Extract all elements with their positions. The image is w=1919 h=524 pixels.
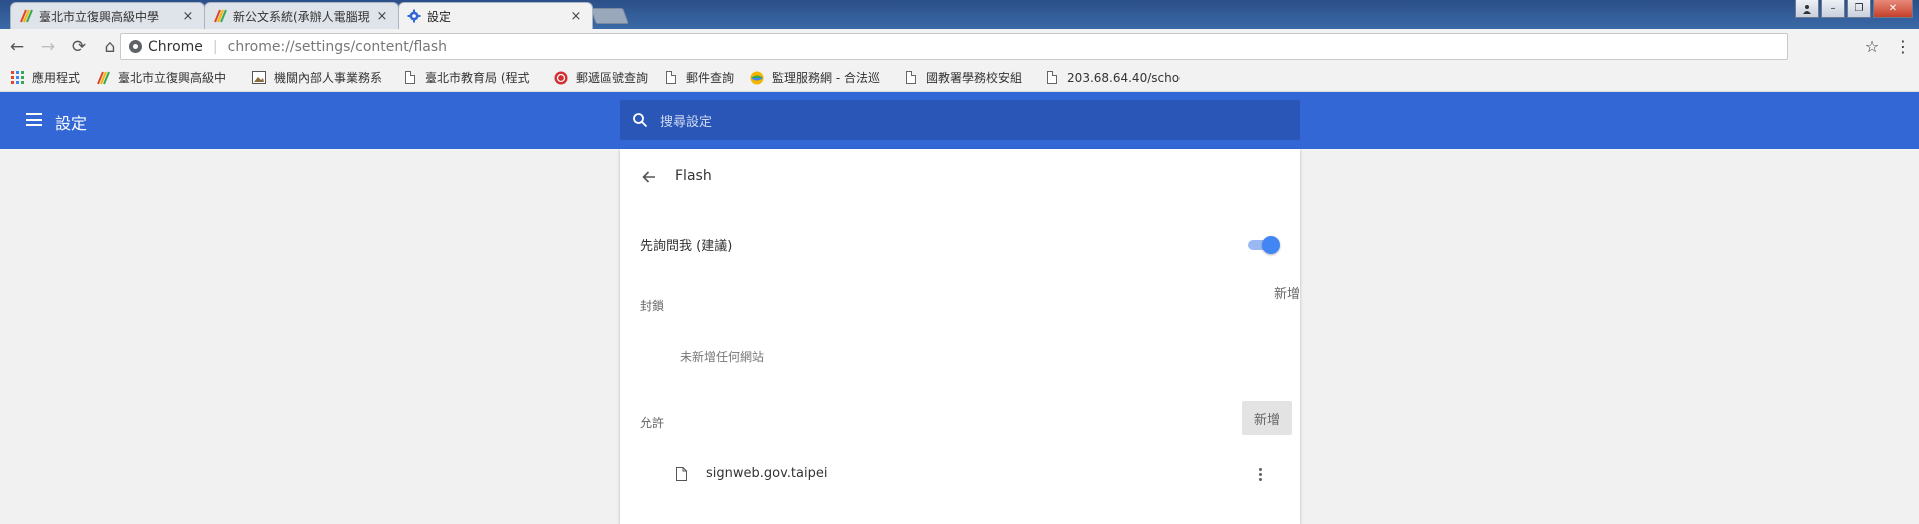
new-tab-button[interactable] <box>590 8 629 24</box>
search-placeholder: 搜尋設定 <box>660 114 713 130</box>
rainbow-logo-icon <box>19 9 33 23</box>
page-icon <box>676 466 687 485</box>
forward-button[interactable]: → <box>34 33 62 61</box>
bookmark-apps[interactable]: 應用程式 <box>10 69 80 86</box>
bookmark-label: 國教署學務校安組 <box>926 71 1023 85</box>
reload-button[interactable]: ⟳ <box>65 33 93 61</box>
bookmark-label: 應用程式 <box>32 71 81 85</box>
address-bar[interactable]: Chrome | chrome://settings/content/flash <box>120 33 1788 60</box>
hamburger-menu-icon[interactable] <box>26 113 42 126</box>
page-icon <box>1045 71 1059 85</box>
settings-header: 設定 搜尋設定 <box>0 92 1919 149</box>
post-icon <box>554 71 568 85</box>
bookmark-mail-tracking[interactable]: 郵件查詢 <box>664 69 734 86</box>
window-controls: – ❐ ✕ <box>1795 0 1913 18</box>
bookmark-school-ip[interactable]: 203.68.64.40/schoo <box>1045 71 1180 85</box>
close-icon[interactable]: × <box>374 9 390 24</box>
restore-button[interactable]: ❐ <box>1847 0 1871 18</box>
ask-first-label: 先詢問我 (建議) <box>640 239 733 254</box>
ask-first-toggle[interactable] <box>1248 236 1280 254</box>
bookmark-education-bureau[interactable]: 臺北市教育局 (程式 <box>403 69 538 86</box>
search-icon <box>620 112 660 128</box>
gear-icon <box>407 9 421 23</box>
apps-grid-icon <box>10 71 24 85</box>
window-close-button[interactable]: ✕ <box>1873 0 1913 18</box>
allow-section-label: 允許 <box>640 416 665 430</box>
allowed-site-name: signweb.gov.taipei <box>706 466 828 481</box>
block-section-label: 封鎖 <box>640 299 665 313</box>
browser-menu-icon[interactable]: ⋮ <box>1893 33 1913 60</box>
rainbow-logo-icon <box>96 71 110 85</box>
tab-strip: 臺北市立復興高級中學 × 新公文系統(承辦人電腦現 × 設定 × – ❐ ✕ <box>0 0 1919 29</box>
flash-settings-card: Flash 先詢問我 (建議) 封鎖 新增 未新增任何網站 允許 新增 sign… <box>620 149 1300 524</box>
tab-title: 臺北市立復興高級中學 <box>39 9 160 24</box>
site-chip[interactable]: Chrome <box>121 39 203 55</box>
block-add-button[interactable]: 新增 <box>1262 275 1312 309</box>
bookmark-postcode[interactable]: 郵遞區號查詢 <box>554 69 648 86</box>
page-icon <box>664 71 678 85</box>
page-icon <box>904 71 918 85</box>
bookmark-personnel[interactable]: 機關內部人事業務系 <box>252 69 387 86</box>
minimize-button[interactable]: – <box>1821 0 1845 18</box>
allow-add-button[interactable]: 新增 <box>1242 401 1292 435</box>
block-empty-note: 未新增任何網站 <box>680 350 765 364</box>
rainbow-logo-icon <box>213 9 227 23</box>
bookmark-motor-service[interactable]: 監理服務網 - 合法巡 <box>750 69 888 86</box>
bookmark-label: 臺北市立復興高級中 <box>118 71 227 85</box>
globe-icon <box>750 71 764 85</box>
back-button[interactable]: ← <box>3 33 31 61</box>
allowed-site-row: signweb.gov.taipei <box>620 454 1300 494</box>
bookmark-star-icon[interactable]: ☆ <box>1860 33 1884 60</box>
more-actions-icon[interactable] <box>1250 462 1270 486</box>
chrome-icon <box>129 40 142 53</box>
page-title: Flash <box>675 168 712 184</box>
close-icon[interactable]: × <box>180 9 196 24</box>
tab-school[interactable]: 臺北市立復興高級中學 × <box>10 2 205 29</box>
back-arrow-icon[interactable] <box>639 167 659 187</box>
url-text[interactable]: chrome://settings/content/flash <box>228 39 447 55</box>
tab-title: 設定 <box>427 9 452 24</box>
page-icon <box>403 71 417 85</box>
tab-title: 新公文系統(承辦人電腦現 <box>233 9 370 24</box>
bookmark-school[interactable]: 臺北市立復興高級中 <box>96 69 236 86</box>
browser-toolbar: ← → ⟳ ⌂ Chrome | chrome://settings/conte… <box>0 29 1919 64</box>
bookmark-label: 郵件查詢 <box>686 71 735 85</box>
tab-settings[interactable]: 設定 × <box>398 2 593 29</box>
close-icon[interactable]: × <box>568 9 584 24</box>
settings-title: 設定 <box>55 114 88 133</box>
profile-icon[interactable] <box>1795 0 1819 18</box>
tab-document-system[interactable]: 新公文系統(承辦人電腦現 × <box>204 2 399 29</box>
omnibox-separator: | <box>212 38 218 55</box>
image-icon <box>252 71 267 85</box>
bookmark-label: 203.68.64.40/schoo <box>1067 70 1181 85</box>
bookmark-label: 監理服務網 - 合法巡 <box>772 71 881 85</box>
search-settings-input[interactable]: 搜尋設定 <box>620 100 1300 140</box>
bookmark-label: 臺北市教育局 (程式 <box>425 71 530 85</box>
bookmarks-bar: 應用程式 臺北市立復興高級中 機關內部人事業務系 臺北市教育局 (程式 郵遞區號… <box>0 64 1919 92</box>
bookmark-k12ea[interactable]: 國教署學務校安組 <box>904 69 1029 86</box>
site-chip-label: Chrome <box>148 38 203 55</box>
bookmark-label: 機關內部人事業務系 <box>274 71 383 85</box>
bookmark-label: 郵遞區號查詢 <box>576 71 649 85</box>
